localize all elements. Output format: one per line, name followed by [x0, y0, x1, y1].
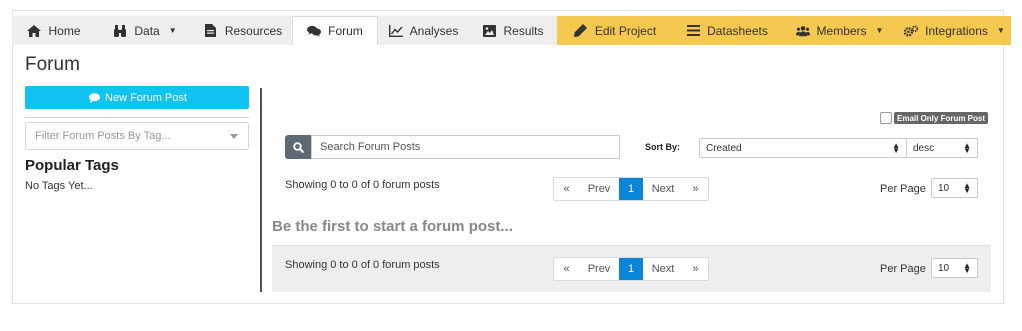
comments-icon	[307, 24, 322, 38]
chevron-down-icon: ▼	[168, 26, 177, 35]
tag-filter-placeholder: Filter Forum Posts By Tag...	[35, 130, 171, 142]
pagination-top: « Prev 1 Next »	[553, 177, 709, 201]
tag-filter-select[interactable]: Filter Forum Posts By Tag...	[25, 122, 249, 150]
tab-analyses-label: Analyses	[409, 23, 459, 38]
tab-integrations[interactable]: Integrations ▼	[898, 16, 1011, 45]
tab-data-label: Data	[134, 23, 160, 38]
comment-icon	[87, 91, 101, 105]
page-next-button[interactable]: Next	[643, 258, 683, 280]
sort-field-value: Created	[706, 142, 742, 154]
search-icon	[291, 140, 305, 154]
new-forum-post-label: New Forum Post	[105, 91, 187, 104]
per-page-label: Per Page	[880, 183, 926, 195]
tab-edit-project[interactable]: Edit Project	[557, 16, 673, 45]
tab-members-label: Members	[816, 23, 867, 38]
tab-resources[interactable]: Resources	[194, 16, 292, 45]
users-icon	[795, 24, 810, 38]
per-page-select[interactable]: 10 ▲ ▼	[931, 258, 978, 278]
file-icon	[204, 24, 218, 38]
page-last-button[interactable]: »	[683, 258, 708, 280]
pagination-bottom: « Prev 1 Next »	[553, 257, 709, 281]
no-tags-text: No Tags Yet...	[25, 180, 93, 192]
gears-icon	[904, 24, 919, 38]
page-last-button[interactable]: »	[683, 178, 708, 200]
sort-order-value: desc	[913, 142, 935, 154]
email-only-checkbox[interactable]	[880, 112, 892, 124]
tab-results-label: Results	[503, 23, 544, 38]
tab-data[interactable]: Data ▼	[96, 16, 194, 45]
tab-datasheets[interactable]: Datasheets	[673, 16, 781, 45]
tab-resources-label: Resources	[224, 23, 283, 38]
updown-icon: ▲ ▼	[963, 141, 971, 155]
tab-analyses[interactable]: Analyses	[378, 16, 469, 45]
popular-tags-heading: Popular Tags	[25, 157, 119, 174]
showing-count-bottom: Showing 0 to 0 of 0 forum posts	[285, 259, 440, 271]
sort-by-label: Sort By:	[645, 142, 681, 152]
sort-field-select[interactable]: Created ▲ ▼	[699, 138, 907, 158]
project-nav-tabs: Home Data ▼ Resources Forum Analyses Res…	[12, 16, 1011, 45]
tab-results[interactable]: Results	[469, 16, 557, 45]
per-page-select[interactable]: 10 ▲ ▼	[931, 178, 978, 198]
tab-datasheets-label: Datasheets	[707, 23, 768, 38]
page-prev-button[interactable]: Prev	[579, 178, 619, 200]
chevron-down-icon: ▼	[875, 26, 884, 35]
search-button[interactable]	[285, 135, 311, 159]
chart-icon	[388, 24, 403, 38]
per-page-label: Per Page	[880, 263, 926, 275]
per-page-value: 10	[938, 182, 950, 194]
tab-forum-label: Forum	[328, 24, 363, 38]
image-icon	[482, 24, 496, 38]
empty-forum-message: Be the first to start a forum post...	[272, 218, 513, 235]
per-page-value: 10	[938, 262, 950, 274]
sidebar-separator	[260, 88, 262, 292]
tab-forum[interactable]: Forum	[292, 16, 378, 45]
sort-order-select[interactable]: desc ▲ ▼	[906, 138, 978, 158]
new-forum-post-button[interactable]: New Forum Post	[25, 86, 249, 109]
list-icon	[686, 24, 700, 38]
binoculars-icon	[113, 24, 127, 38]
tab-edit-project-label: Edit Project	[594, 23, 657, 38]
chevron-down-icon: ▼	[996, 26, 1005, 35]
page-first-button[interactable]: «	[554, 178, 579, 200]
tab-members[interactable]: Members ▼	[781, 16, 898, 45]
home-icon	[27, 24, 42, 38]
updown-icon: ▲ ▼	[963, 261, 971, 275]
email-only-label: Email Only Forum Post	[894, 112, 989, 124]
pencil-icon	[574, 24, 588, 38]
search-input[interactable]	[311, 135, 620, 159]
tab-integrations-label: Integrations	[925, 23, 988, 38]
page-current-button[interactable]: 1	[619, 178, 643, 200]
page-first-button[interactable]: «	[554, 258, 579, 280]
updown-icon: ▲ ▼	[963, 181, 971, 195]
showing-count-top: Showing 0 to 0 of 0 forum posts	[285, 179, 440, 191]
page-current-button[interactable]: 1	[619, 258, 643, 280]
page-next-button[interactable]: Next	[643, 178, 683, 200]
page-title: Forum	[25, 54, 80, 75]
tab-home[interactable]: Home	[12, 16, 96, 45]
chevron-down-icon	[230, 134, 238, 139]
updown-icon: ▲ ▼	[892, 141, 900, 155]
page-prev-button[interactable]: Prev	[579, 258, 619, 280]
tab-home-label: Home	[48, 23, 81, 38]
sidebar-divider	[25, 117, 249, 118]
